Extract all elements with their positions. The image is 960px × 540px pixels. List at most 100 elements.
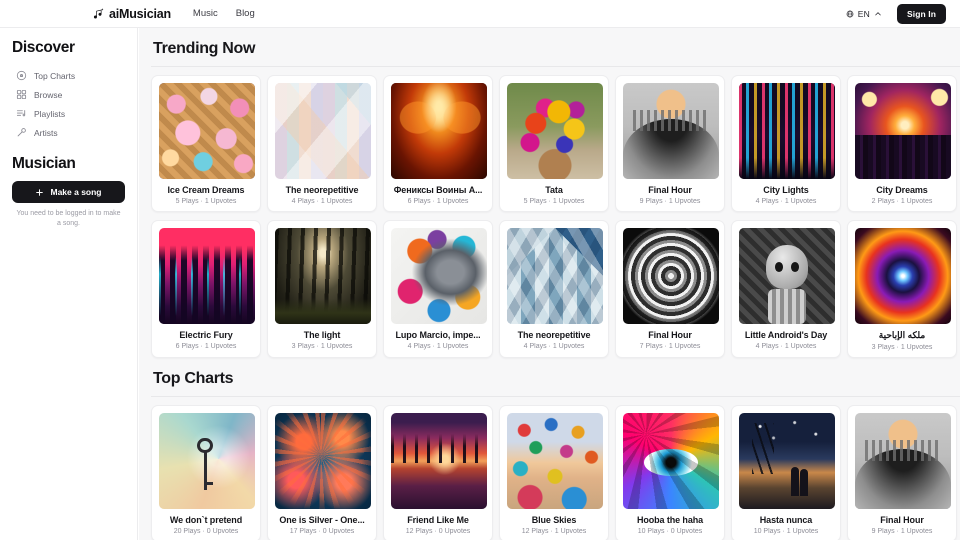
song-title: The neorepetitive (285, 185, 359, 195)
song-stats: 17 Plays · 0 Upvotes (289, 528, 355, 535)
song-title: Friend Like Me (407, 515, 469, 525)
language-code: EN (857, 8, 870, 19)
song-title: Final Hour (648, 185, 692, 195)
song-card[interactable]: City Lights 4 Plays · 1 Upvotes (731, 75, 841, 212)
song-title: Tata (545, 185, 563, 195)
song-title: ملكه الإباحية (878, 330, 926, 340)
brand-name: aiMusician (109, 6, 171, 21)
song-card-grid: We don`t pretend 20 Plays · 0 Upvotes One… (151, 405, 960, 540)
song-title: Final Hour (648, 330, 692, 340)
song-stats: 4 Plays · 1 Upvotes (407, 343, 469, 350)
song-artwork[interactable] (855, 228, 951, 324)
brand-logo[interactable]: aiMusician (92, 7, 171, 21)
song-artwork[interactable] (391, 83, 487, 179)
song-card[interactable]: Hooba the haha 10 Plays · 0 Upvotes (615, 405, 725, 540)
main-content: Trending Now Ice Cream Dreams 5 Plays · 1 … (139, 28, 960, 540)
song-stats: 5 Plays · 1 Upvotes (175, 198, 237, 205)
song-stats: 4 Plays · 1 Upvotes (291, 198, 353, 205)
song-artwork[interactable] (739, 228, 835, 324)
song-artwork[interactable] (507, 83, 603, 179)
song-artwork[interactable] (855, 83, 951, 179)
make-a-song-button[interactable]: Make a song (12, 181, 125, 203)
song-stats: 20 Plays · 0 Upvotes (173, 528, 239, 535)
sidebar: Discover Top Charts Browse Playlists Art… (0, 28, 138, 540)
song-artwork[interactable] (507, 228, 603, 324)
sidebar-item-label: Playlists (34, 108, 66, 119)
song-card[interactable]: Final Hour 9 Plays · 1 Upvotes (615, 75, 725, 212)
song-title: Little Android's Day (744, 330, 828, 340)
song-card[interactable]: Фениксы Воины А... 6 Plays · 1 Upvotes (383, 75, 493, 212)
song-card[interactable]: Ice Cream Dreams 5 Plays · 1 Upvotes (151, 75, 261, 212)
song-stats: 6 Plays · 1 Upvotes (407, 198, 469, 205)
song-artwork[interactable] (739, 413, 835, 509)
song-card[interactable]: ملكه الإباحية 3 Plays · 1 Upvotes (847, 220, 957, 358)
chevron-up-icon (875, 11, 881, 15)
song-card-grid: Electric Fury 6 Plays · 1 Upvotes The lig… (151, 220, 960, 358)
song-stats: 12 Plays · 0 Upvotes (405, 528, 471, 535)
song-artwork[interactable] (159, 83, 255, 179)
sidebar-item-playlists[interactable]: Playlists (12, 104, 125, 123)
nav-link-blog[interactable]: Blog (236, 8, 255, 19)
song-title: Ice Cream Dreams (167, 185, 245, 195)
sidebar-heading-discover: Discover (12, 39, 75, 56)
section-title: Trending Now (153, 40, 256, 57)
song-card[interactable]: Lupo Marcio, impe... 4 Plays · 1 Upvotes (383, 220, 493, 358)
sidebar-item-label: Top Charts (34, 70, 76, 81)
song-artwork[interactable] (159, 228, 255, 324)
song-artwork[interactable] (275, 413, 371, 509)
song-artwork[interactable] (739, 83, 835, 179)
song-artwork[interactable] (391, 413, 487, 509)
language-switcher[interactable]: EN (838, 5, 889, 22)
top-header: aiMusician Music Blog EN Sign In (0, 0, 960, 28)
song-artwork[interactable] (623, 83, 719, 179)
song-stats: 6 Plays · 1 Upvotes (175, 343, 237, 350)
song-card[interactable]: The light 3 Plays · 1 Upvotes (267, 220, 377, 358)
song-card[interactable]: Final Hour 9 Plays · 1 Upvotes (847, 405, 957, 540)
song-stats: 10 Plays · 1 Upvotes (753, 528, 819, 535)
disc-chart-icon (16, 70, 27, 81)
song-stats: 9 Plays · 1 Upvotes (639, 198, 701, 205)
song-stats: 2 Plays · 1 Upvotes (871, 198, 933, 205)
song-card[interactable]: Blue Skies 12 Plays · 1 Upvotes (499, 405, 609, 540)
song-card-grid: Ice Cream Dreams 5 Plays · 1 Upvotes The n… (151, 75, 960, 212)
song-title: Hasta nunca (759, 515, 813, 525)
song-artwork[interactable] (507, 413, 603, 509)
sign-in-button[interactable]: Sign In (896, 3, 946, 24)
song-card[interactable]: One is Silver - One... 17 Plays · 0 Upvot… (267, 405, 377, 540)
song-artwork[interactable] (623, 228, 719, 324)
song-card[interactable]: City Dreams 2 Plays · 1 Upvotes (847, 75, 957, 212)
song-card[interactable]: Little Android's Day 4 Plays · 1 Upvotes (731, 220, 841, 358)
sidebar-heading-musician: Musician (12, 155, 76, 172)
song-title: Electric Fury (179, 330, 233, 340)
song-card[interactable]: Friend Like Me 12 Plays · 0 Upvotes (383, 405, 493, 540)
globe-icon (846, 10, 854, 17)
song-title: One is Silver - One... (279, 515, 365, 525)
plus-icon (36, 188, 44, 196)
login-required-note: You need to be logged in to make a song. (16, 210, 121, 228)
sidebar-item-browse[interactable]: Browse (12, 85, 125, 104)
song-artwork[interactable] (275, 228, 371, 324)
song-title: The light (303, 330, 341, 340)
song-title: Hooba the haha (636, 515, 704, 525)
song-artwork[interactable] (855, 413, 951, 509)
song-card[interactable]: The neorepetitive 4 Plays · 1 Upvotes (267, 75, 377, 212)
song-card[interactable]: Hasta nunca 10 Plays · 1 Upvotes (731, 405, 841, 540)
song-card[interactable]: Final Hour 7 Plays · 1 Upvotes (615, 220, 725, 358)
sidebar-item-artists[interactable]: Artists (12, 123, 125, 142)
song-title: City Dreams (876, 185, 928, 195)
song-card[interactable]: Electric Fury 6 Plays · 1 Upvotes (151, 220, 261, 358)
song-card[interactable]: Tata 5 Plays · 1 Upvotes (499, 75, 609, 212)
song-title: Blue Skies (531, 515, 577, 525)
make-a-song-label: Make a song (50, 187, 102, 197)
song-card[interactable]: The neorepetitive 4 Plays · 1 Upvotes (499, 220, 609, 358)
song-artwork[interactable] (275, 83, 371, 179)
song-stats: 12 Plays · 1 Upvotes (521, 528, 587, 535)
song-card[interactable]: We don`t pretend 20 Plays · 0 Upvotes (151, 405, 261, 540)
song-artwork[interactable] (159, 413, 255, 509)
song-stats: 4 Plays · 1 Upvotes (523, 343, 585, 350)
song-stats: 4 Plays · 1 Upvotes (755, 198, 817, 205)
sidebar-item-top-charts[interactable]: Top Charts (12, 66, 125, 85)
song-artwork[interactable] (623, 413, 719, 509)
nav-link-music[interactable]: Music (193, 8, 218, 19)
song-artwork[interactable] (391, 228, 487, 324)
